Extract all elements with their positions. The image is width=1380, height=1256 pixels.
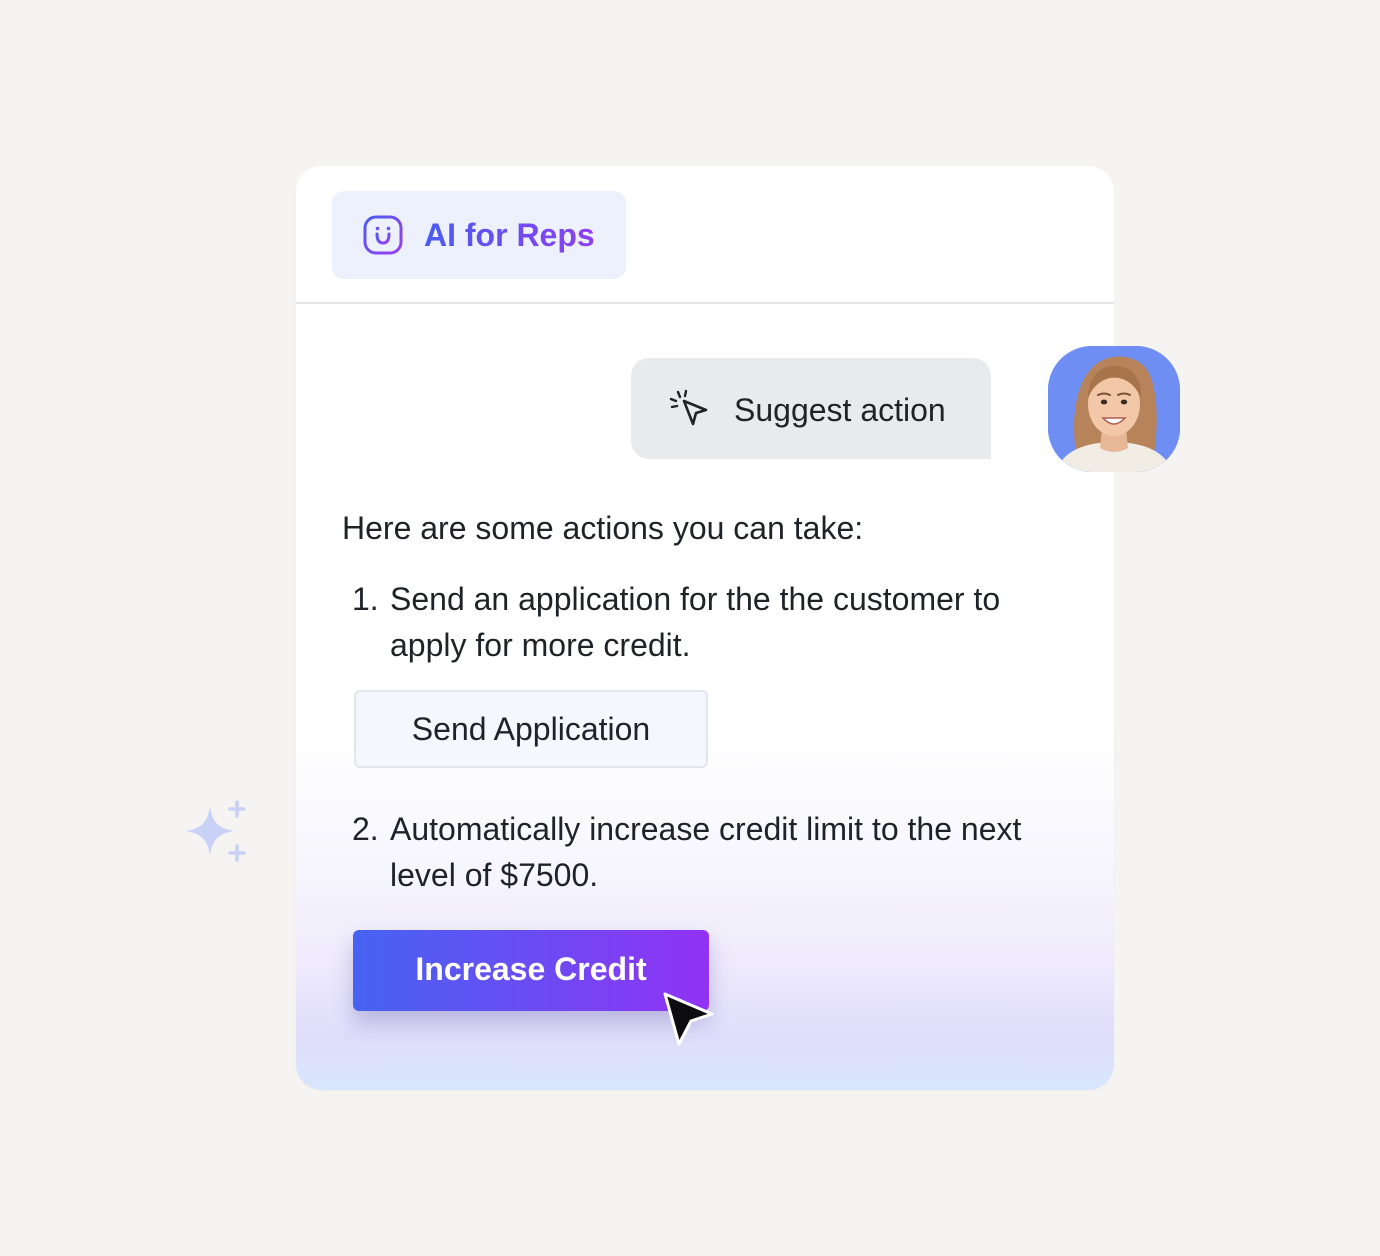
smile-box-icon (363, 215, 403, 255)
card-header: AI for Reps (296, 166, 1114, 304)
user-avatar (1048, 346, 1180, 472)
tab-label: AI for Reps (424, 217, 595, 253)
step-text: Automatically increase credit limit to t… (390, 811, 1022, 893)
sparkle-icon (186, 800, 246, 862)
send-application-button[interactable]: Send Application (354, 690, 708, 768)
step-number: 2. (352, 811, 379, 847)
response-intro: Here are some actions you can take: (342, 510, 864, 546)
pointer-click-icon (669, 389, 708, 426)
user-message-bubble[interactable]: Suggest action (631, 358, 991, 459)
ai-chat-card: AI for Reps Suggest action Here are some… (296, 166, 1114, 1090)
user-message-text: Suggest action (734, 392, 946, 428)
step-number: 1. (352, 581, 379, 617)
avatar-illustration (1048, 346, 1180, 472)
step-text: Send an application for the the customer… (390, 581, 1001, 663)
increase-credit-button[interactable]: Increase Credit (353, 930, 709, 1011)
mouse-cursor-icon (663, 992, 714, 1046)
tab-ai-for-reps[interactable]: AI for Reps (332, 191, 626, 279)
